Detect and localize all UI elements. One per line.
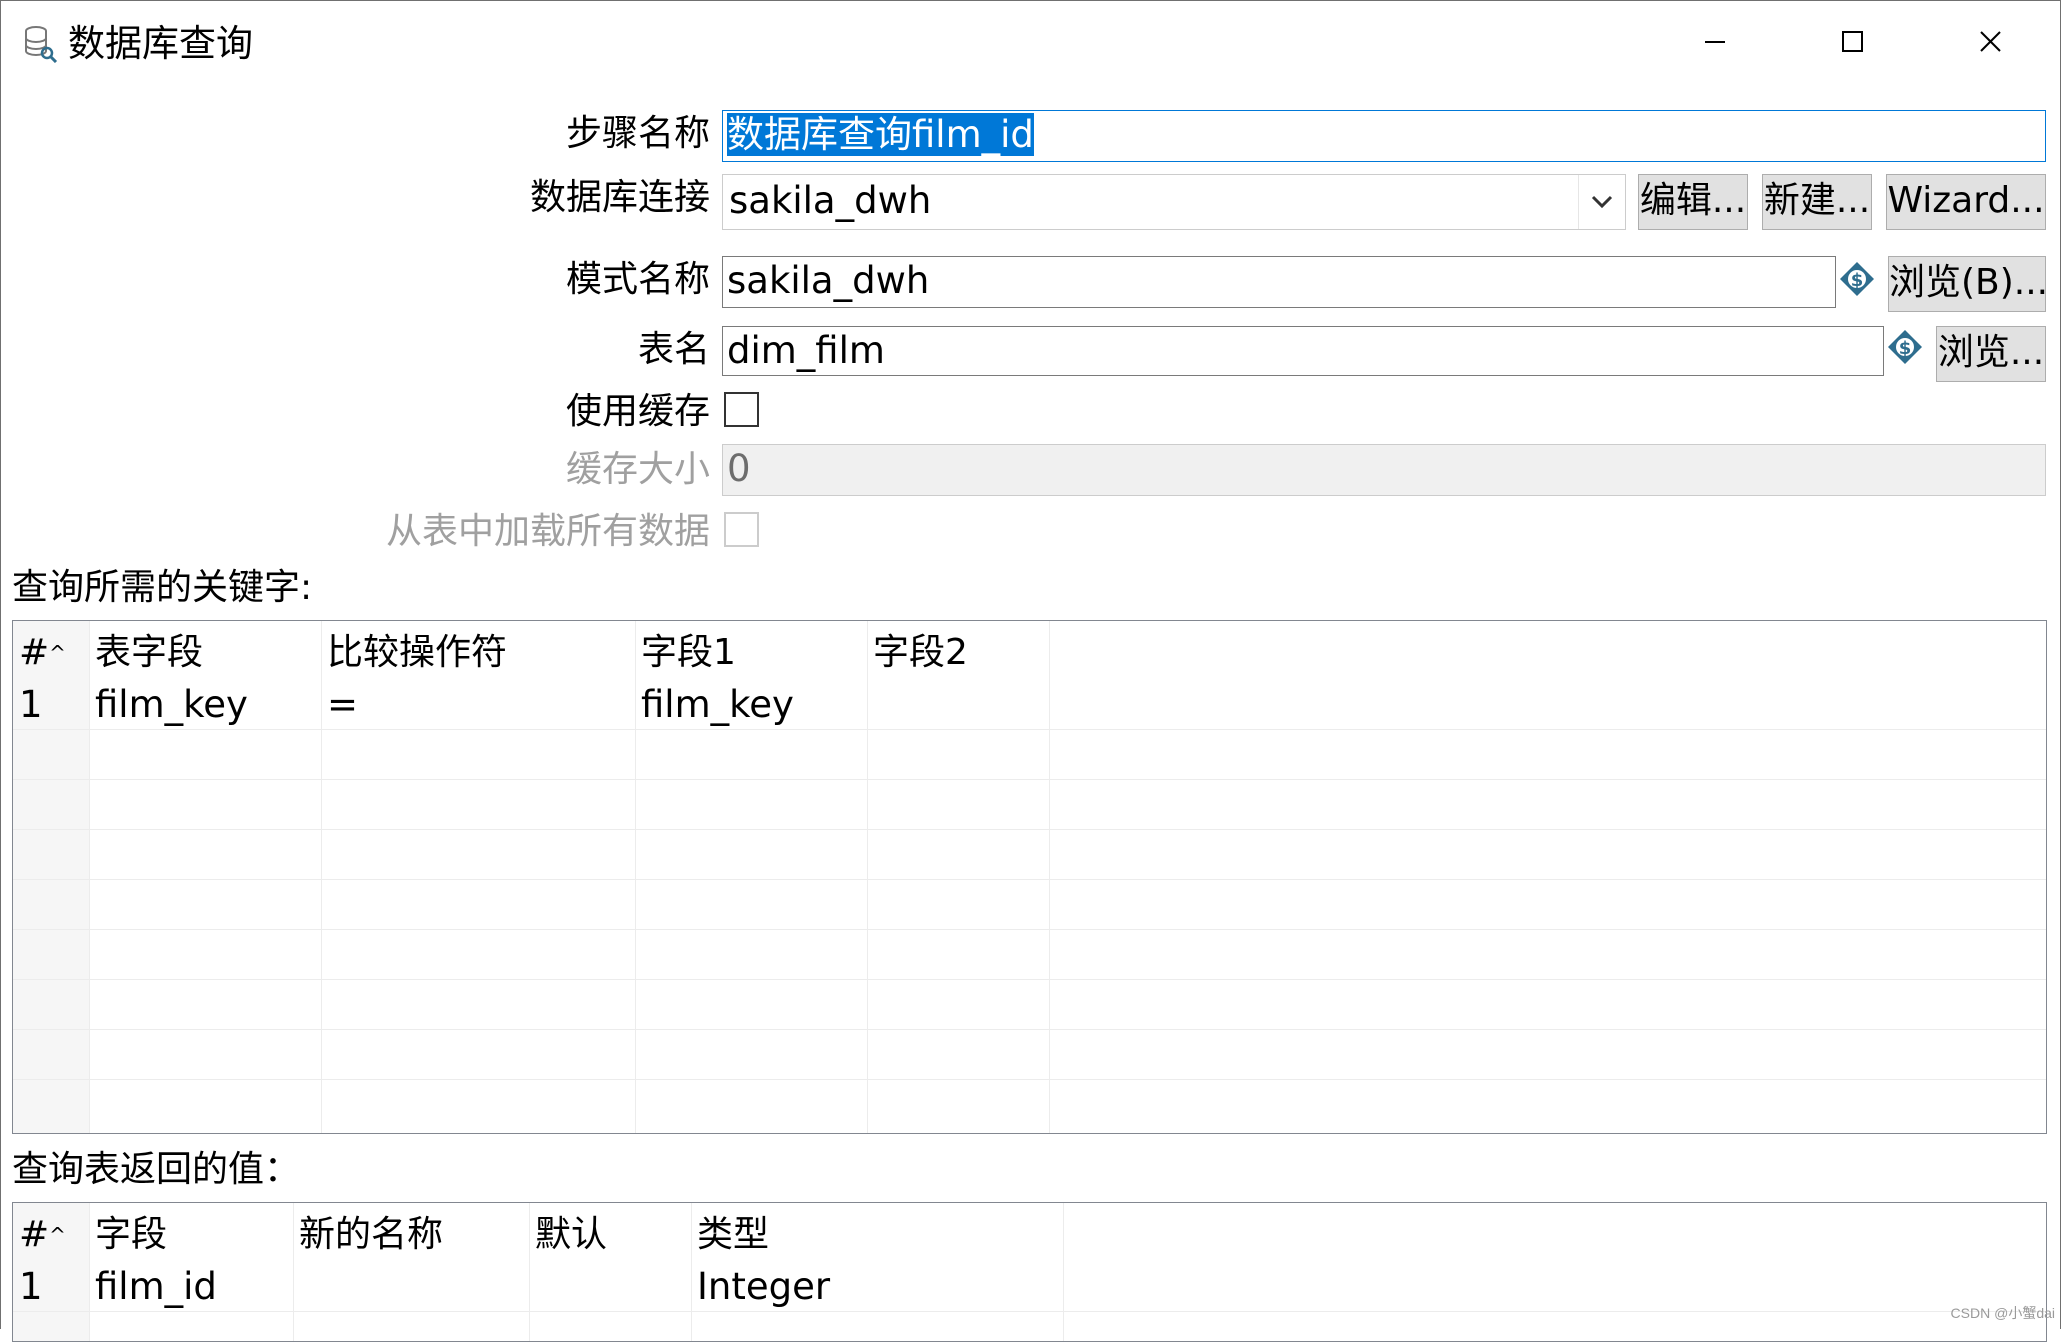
keys-table[interactable]: #^ 表字段 比较操作符 字段1 字段2 1 film_key = film_k… xyxy=(12,620,2047,1134)
column-header-field[interactable]: 字段 xyxy=(89,1209,293,1261)
use-cache-checkbox[interactable] xyxy=(724,392,759,427)
sort-up-icon: ^ xyxy=(49,1223,66,1247)
minimize-button[interactable] xyxy=(1685,20,1745,64)
wizard-button[interactable]: Wizard... xyxy=(1886,174,2046,230)
keys-section-title: 查询所需的关键字: xyxy=(12,567,313,608)
step-name-input[interactable]: 数据库查询film_id xyxy=(722,110,2046,162)
db-connection-value: sakila_dwh xyxy=(729,179,932,222)
table-row-number[interactable]: 1 xyxy=(13,1261,89,1313)
column-header-operator[interactable]: 比较操作符 xyxy=(321,627,635,679)
grid-line xyxy=(13,979,2046,980)
svg-text:$: $ xyxy=(1899,338,1912,359)
grid-line xyxy=(13,879,2046,880)
close-button[interactable] xyxy=(1960,20,2020,64)
column-header-new-name[interactable]: 新的名称 xyxy=(293,1209,529,1261)
maximize-icon xyxy=(1842,31,1863,52)
schema-input[interactable]: sakila_dwh xyxy=(722,256,1836,308)
use-cache-label: 使用缓存 xyxy=(565,391,710,432)
close-icon xyxy=(1980,31,2001,52)
step-name-label: 步骤名称 xyxy=(565,113,710,154)
column-header-field1[interactable]: 字段1 xyxy=(635,627,867,679)
table-cell-operator[interactable]: = xyxy=(321,679,635,731)
sort-up-icon: ^ xyxy=(49,641,66,665)
grid-line xyxy=(13,1029,2046,1030)
table-cell-table-field[interactable]: film_key xyxy=(89,679,321,731)
column-header-table-field[interactable]: 表字段 xyxy=(89,627,321,679)
column-header-type[interactable]: 类型 xyxy=(691,1209,1063,1261)
table-cell-type[interactable]: Integer xyxy=(691,1261,1063,1313)
window-title: 数据库查询 xyxy=(68,22,253,65)
grid-line xyxy=(13,929,2046,930)
database-lookup-icon xyxy=(24,25,58,64)
table-row-number[interactable]: 1 xyxy=(13,679,89,731)
grid-line xyxy=(13,779,2046,780)
returns-section-title: 查询表返回的值： xyxy=(12,1149,301,1190)
table-name-label: 表名 xyxy=(637,329,710,370)
new-connection-button[interactable]: 新建... xyxy=(1762,174,1872,230)
grid-line xyxy=(867,621,868,1133)
grid-line xyxy=(13,829,2046,830)
db-connection-label: 数据库连接 xyxy=(529,177,710,218)
table-cell-field[interactable]: film_id xyxy=(89,1261,293,1313)
load-all-checkbox[interactable] xyxy=(724,512,759,547)
grid-line xyxy=(13,1079,2046,1080)
grid-line xyxy=(1063,1203,1064,1341)
edit-connection-button[interactable]: 编辑... xyxy=(1638,174,1748,230)
grid-line xyxy=(1049,621,1050,1133)
cache-size-label: 缓存大小 xyxy=(565,449,710,490)
column-header-field2[interactable]: 字段2 xyxy=(867,627,1049,679)
browse-schema-button[interactable]: 浏览(B)... xyxy=(1888,256,2046,312)
watermark: CSDN @小蟹dai xyxy=(1950,1305,2055,1321)
variable-icon[interactable]: $ xyxy=(1838,260,1876,298)
maximize-button[interactable] xyxy=(1822,20,1882,64)
minimize-icon xyxy=(1705,41,1725,43)
browse-table-button[interactable]: 浏览... xyxy=(1936,326,2046,382)
schema-label: 模式名称 xyxy=(565,259,710,300)
column-header-num[interactable]: #^ xyxy=(13,1209,73,1261)
cache-size-input[interactable]: 0 xyxy=(722,444,2046,496)
column-header-num[interactable]: #^ xyxy=(13,627,73,679)
svg-text:$: $ xyxy=(1851,270,1864,291)
step-name-value: 数据库查询film_id xyxy=(727,113,1034,156)
returns-table[interactable]: #^ 字段 新的名称 默认 类型 1 film_id Integer xyxy=(12,1202,2047,1342)
load-all-label: 从表中加载所有数据 xyxy=(385,511,710,552)
db-connection-select[interactable]: sakila_dwh xyxy=(722,174,1626,230)
variable-icon[interactable]: $ xyxy=(1886,328,1924,366)
column-header-default[interactable]: 默认 xyxy=(529,1209,691,1261)
table-cell-field1[interactable]: film_key xyxy=(635,679,867,731)
table-name-input[interactable]: dim_film xyxy=(722,326,1884,376)
chevron-down-icon[interactable] xyxy=(1578,175,1625,229)
